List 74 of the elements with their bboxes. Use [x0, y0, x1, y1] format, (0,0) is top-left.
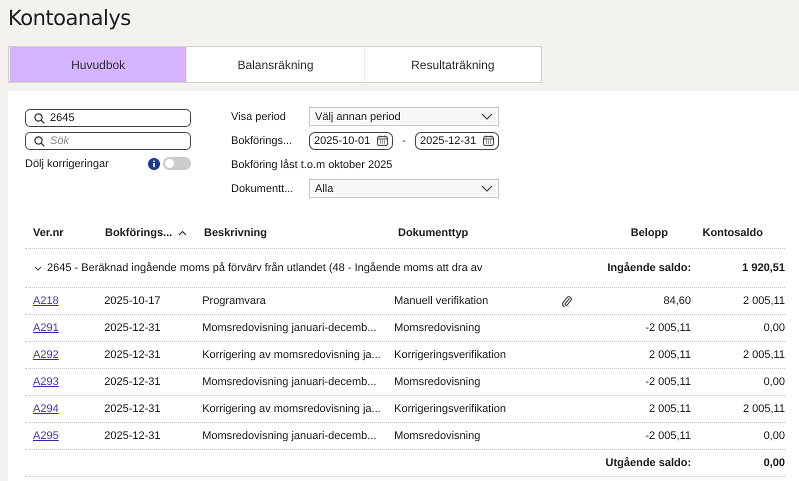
balance-label: Utgående saldo: [606, 457, 692, 469]
column-header[interactable]: Dokumenttyp [398, 227, 468, 239]
table-cell: 2025-12-31 [104, 322, 161, 334]
page-title: Kontoanalys [7, 5, 132, 32]
voucher-link[interactable]: A292 [33, 349, 59, 361]
table-cell: 2025-12-31 [104, 349, 161, 361]
calendar-icon [377, 135, 388, 146]
tab[interactable]: Balansräkning [186, 47, 364, 82]
balance-label: Ingående saldo: [607, 262, 692, 274]
chevron-icon [481, 185, 493, 192]
account-group-label: 2645 - Beräknad ingående moms på förvärv från utlandet (48 - Ingående moms att dra av [47, 262, 482, 274]
table-cell: -2 005,11 [645, 376, 691, 388]
toggle-label: Dölj korrigeringar [25, 158, 110, 170]
search-field[interactable]: Sök [25, 132, 191, 150]
table-cell: Korrigeringsverifikation [394, 403, 506, 415]
document-type-select[interactable]: Alla [309, 179, 499, 198]
table-cell: Korrigering av momsredovisning ja... [202, 403, 381, 415]
date-field[interactable]: 2025-12-31 [415, 132, 499, 150]
table-cell: 2 005,11 [742, 295, 785, 307]
field-label: Dokumentt... [231, 182, 294, 194]
voucher-link[interactable]: A294 [33, 403, 59, 415]
date-field[interactable]: 2025-10-01 [309, 132, 393, 150]
voucher-link[interactable]: A291 [33, 322, 59, 334]
balance-value: 0,00 [764, 457, 785, 469]
column-header[interactable]: Ver.nr [33, 227, 64, 239]
field-label: Visa period [231, 110, 287, 122]
chevron-icon[interactable] [34, 266, 42, 270]
tab[interactable]: Huvudbok [9, 47, 186, 82]
paperclip-icon[interactable] [562, 295, 572, 307]
table-cell: 0,00 [764, 322, 785, 334]
voucher-link[interactable]: A293 [33, 376, 59, 388]
sort-icon[interactable] [178, 230, 188, 236]
toggle-switch[interactable] [163, 157, 191, 170]
balance-value: 1 920,51 [742, 262, 785, 274]
table-cell: Manuell verifikation [394, 295, 488, 307]
search-icon [34, 113, 45, 124]
table-cell: 2 005,11 [648, 403, 691, 415]
table-cell: 84,60 [663, 295, 691, 307]
table-cell: 2025-12-31 [104, 430, 161, 442]
table-cell: 2025-12-31 [104, 376, 161, 388]
table-cell: Korrigering av momsredovisning ja... [202, 349, 381, 361]
table-cell: Programvara [202, 295, 266, 307]
column-header[interactable]: Kontosaldo [702, 227, 763, 239]
table-cell: 0,00 [764, 376, 785, 388]
column-header[interactable]: Belopp [630, 227, 668, 239]
column-header[interactable]: Beskrivning [204, 227, 267, 239]
table-cell: 2025-12-31 [104, 403, 161, 415]
date-separator: - [401, 134, 407, 146]
chevron-icon [481, 113, 493, 120]
table-cell: 0,00 [764, 430, 785, 442]
tab[interactable]: Resultaträkning [364, 47, 541, 82]
lock-notice: Bokföring låst t.o.m oktober 2025 [231, 158, 392, 170]
calendar-icon [483, 135, 494, 146]
table-cell: Momsredovisning [394, 430, 480, 442]
table-cell: Momsredovisning januari-decemb... [202, 430, 376, 442]
table-cell: 2025-10-17 [104, 295, 161, 307]
period-select[interactable]: Välj annan period [309, 107, 499, 126]
table-cell: 2 005,11 [742, 349, 785, 361]
table-cell: Momsredovisning [394, 376, 480, 388]
account-search-field[interactable]: 2645 [25, 109, 191, 127]
table-cell: Momsredovisning [394, 322, 480, 334]
table-cell: Korrigeringsverifikation [394, 349, 506, 361]
table-cell: 2 005,11 [742, 403, 785, 415]
table-cell: -2 005,11 [645, 430, 691, 442]
table-cell: -2 005,11 [645, 322, 691, 334]
field-label: Bokförings... [231, 134, 294, 146]
column-header[interactable]: Bokförings... [105, 227, 172, 239]
search-icon [34, 136, 45, 147]
info-icon[interactable] [148, 158, 160, 170]
voucher-link[interactable]: A218 [33, 295, 59, 307]
table-cell: Momsredovisning januari-decemb... [202, 322, 376, 334]
voucher-link[interactable]: A295 [33, 430, 59, 442]
table-cell: 2 005,11 [648, 349, 691, 361]
table-cell: Momsredovisning januari-decemb... [202, 376, 376, 388]
